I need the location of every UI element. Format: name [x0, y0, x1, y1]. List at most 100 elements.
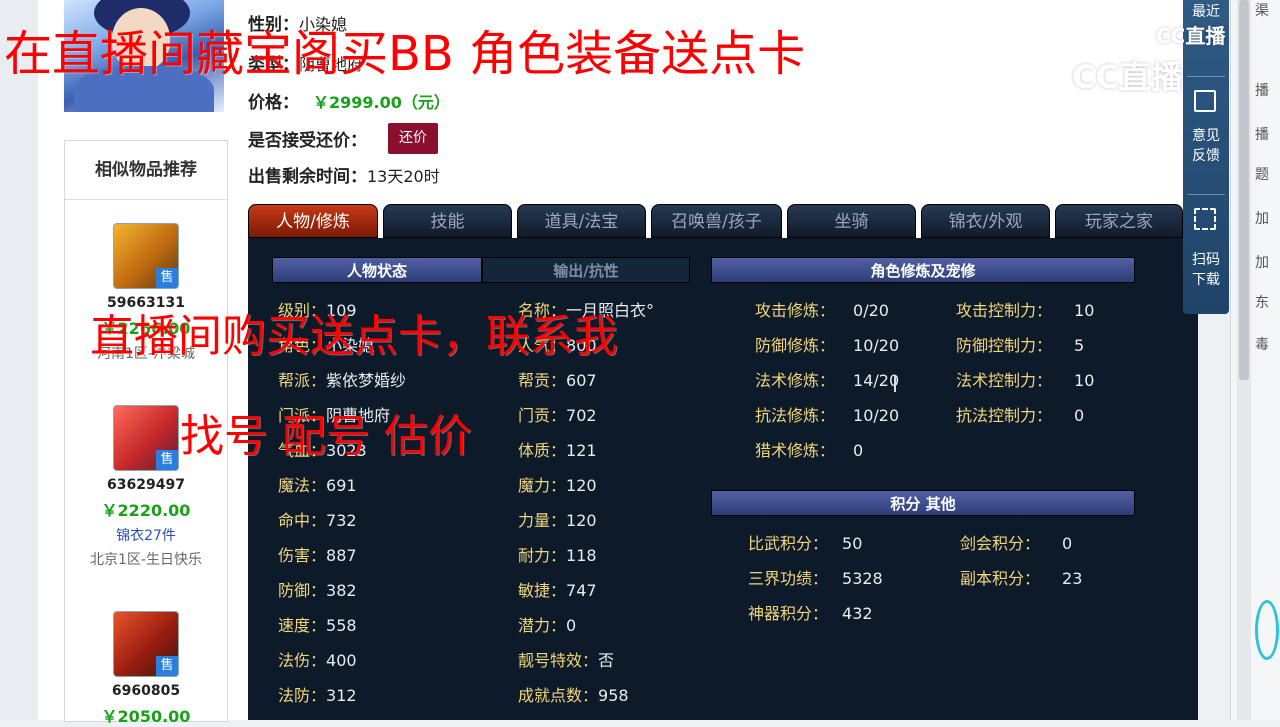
stat-row: 速度：558	[278, 612, 357, 636]
tab-home[interactable]: 玩家之家	[1055, 204, 1183, 238]
stat-label: 名称：	[518, 301, 567, 320]
tab-output-resist[interactable]: 输出/抗性	[482, 257, 690, 283]
points-value: 0	[1062, 534, 1073, 553]
tab-skills[interactable]: 技能	[383, 204, 512, 238]
text-cursor-icon	[894, 376, 896, 392]
type-label: 类型：	[248, 55, 299, 75]
adjacent-text: 东	[1255, 295, 1269, 311]
cultivation-row: 防御修炼： 10/20	[755, 332, 899, 356]
similar-item-outfit: 锦衣27件	[116, 528, 176, 544]
recent-button[interactable]: 最近	[1183, 2, 1229, 22]
stat-label: 级别：	[278, 301, 327, 320]
character-avatar	[64, 0, 224, 112]
tab-summons[interactable]: 召唤兽/孩子	[651, 204, 782, 238]
stat-label: 气血：	[278, 441, 327, 460]
vertical-scrollbar[interactable]	[1237, 0, 1251, 720]
haggle-row: 是否接受还价：	[248, 126, 367, 151]
stat-label: 人气：	[518, 336, 567, 355]
haggle-button[interactable]: 还价	[388, 123, 438, 154]
points-label: 神器积分：	[748, 604, 829, 623]
similar-item-thumb[interactable]: 售	[113, 223, 179, 289]
scrollbar-thumb[interactable]	[1239, 0, 1249, 380]
cultivation-value: 0	[853, 441, 864, 460]
adjacent-text: 播	[1255, 83, 1269, 99]
stat-label: 法伤：	[278, 651, 327, 670]
price-label: 价格：	[248, 93, 299, 113]
stat-label: 魔力：	[518, 476, 567, 495]
stat-value: 否	[598, 651, 615, 670]
similar-item[interactable]: 售 6960805 ￥2050.00	[65, 611, 227, 727]
toolbar-divider	[1187, 76, 1225, 77]
points-label: 剑会积分：	[960, 534, 1041, 553]
stat-row: 角色：小染媳	[278, 332, 374, 356]
control-value: 0	[1074, 406, 1085, 425]
stat-value: 小染媳	[326, 336, 375, 355]
cc-watermark-small: CC直播	[1156, 24, 1226, 48]
similar-item[interactable]: 售 63629497 ￥2220.00 锦衣27件 北京1区-生日快乐	[65, 405, 227, 569]
similar-items-title: 相似物品推荐	[65, 141, 227, 200]
points-label: 比武积分：	[748, 534, 829, 553]
price-row: 价格： ￥2999.00（元）	[248, 88, 450, 113]
points-row: 剑会积分： 0	[960, 530, 1072, 554]
stat-row: 气血：3023	[278, 437, 367, 461]
stat-value: 120	[566, 511, 597, 530]
stat-label: 力量：	[518, 511, 567, 530]
toolbar-divider	[1187, 194, 1225, 195]
control-row: 法术控制力： 10	[956, 367, 1094, 391]
type-value: 阴曹地府	[299, 55, 364, 74]
stat-value: 紫依梦婚纱	[326, 371, 407, 390]
feedback-label-line2: 反馈	[1192, 148, 1220, 164]
stat-row: 帮派：紫依梦婚纱	[278, 367, 406, 391]
type-row: 类型：阴曹地府	[248, 50, 363, 75]
page-left-edge	[0, 0, 39, 720]
stat-row: 力量：120	[518, 507, 597, 531]
stat-value: 400	[326, 651, 357, 670]
feedback-label-line1: 意见	[1192, 128, 1220, 144]
adjacent-text: 加	[1255, 211, 1269, 227]
stat-value: 一月照白衣°	[566, 301, 655, 320]
similar-item[interactable]: 售 59663131 ￥2266.00 河南1区-汴梁城	[65, 223, 227, 363]
points-label: 三界功绩：	[748, 569, 829, 588]
feedback-icon[interactable]	[1194, 90, 1216, 112]
tab-mounts[interactable]: 坐骑	[787, 204, 916, 238]
gender-value: 小染媳	[299, 15, 348, 34]
cultivation-row: 抗法修炼： 10/20	[755, 402, 899, 426]
similar-item-thumb[interactable]: 售	[113, 405, 179, 471]
stat-value: 800	[566, 336, 597, 355]
tab-character-status[interactable]: 人物状态	[272, 257, 482, 283]
stat-value: 3023	[326, 441, 367, 460]
stat-row: 魔法：691	[278, 472, 357, 496]
stat-label: 帮贡：	[518, 371, 567, 390]
tab-character[interactable]: 人物/修炼	[248, 204, 378, 238]
sell-badge: 售	[156, 656, 178, 676]
feedback-button[interactable]: 意见 反馈	[1183, 126, 1229, 166]
price-value: ￥2999.00（元）	[313, 93, 450, 112]
stat-value: 747	[566, 581, 597, 600]
stat-label: 靓号特效：	[518, 651, 599, 670]
stat-row: 成就点数：958	[518, 682, 629, 706]
stat-row: 体质：121	[518, 437, 597, 461]
stat-value: 732	[326, 511, 357, 530]
similar-item-price: ￥2266.00	[101, 319, 191, 338]
adjacent-circle-icon	[1255, 600, 1279, 660]
points-header: 积分 其他	[711, 490, 1135, 516]
adjacent-text: 加	[1255, 255, 1269, 271]
similar-item-thumb[interactable]: 售	[113, 611, 179, 677]
control-label: 抗法控制力：	[956, 406, 1053, 425]
points-row: 三界功绩： 5328	[748, 565, 883, 589]
similar-items-panel: 相似物品推荐 售 59663131 ￥2266.00 河南1区-汴梁城 售 63…	[64, 140, 228, 726]
stat-label: 伤害：	[278, 546, 327, 565]
cultivation-label: 防御修炼：	[755, 336, 836, 355]
tab-outfits[interactable]: 锦衣/外观	[921, 204, 1050, 238]
points-row: 神器积分： 432	[748, 600, 873, 624]
download-button[interactable]: 扫码 下载	[1183, 250, 1229, 290]
tab-items[interactable]: 道具/法宝	[517, 204, 646, 238]
cultivation-label: 法术修炼：	[755, 371, 836, 390]
qr-scan-icon[interactable]	[1194, 208, 1216, 230]
points-label: 副本积分：	[960, 569, 1041, 588]
stat-row: 命中：732	[278, 507, 357, 531]
stat-label: 体质：	[518, 441, 567, 460]
stat-row: 名称：一月照白衣°	[518, 297, 654, 321]
cultivation-label: 攻击修炼：	[755, 301, 836, 320]
cultivation-header: 角色修炼及宠修	[711, 257, 1135, 283]
